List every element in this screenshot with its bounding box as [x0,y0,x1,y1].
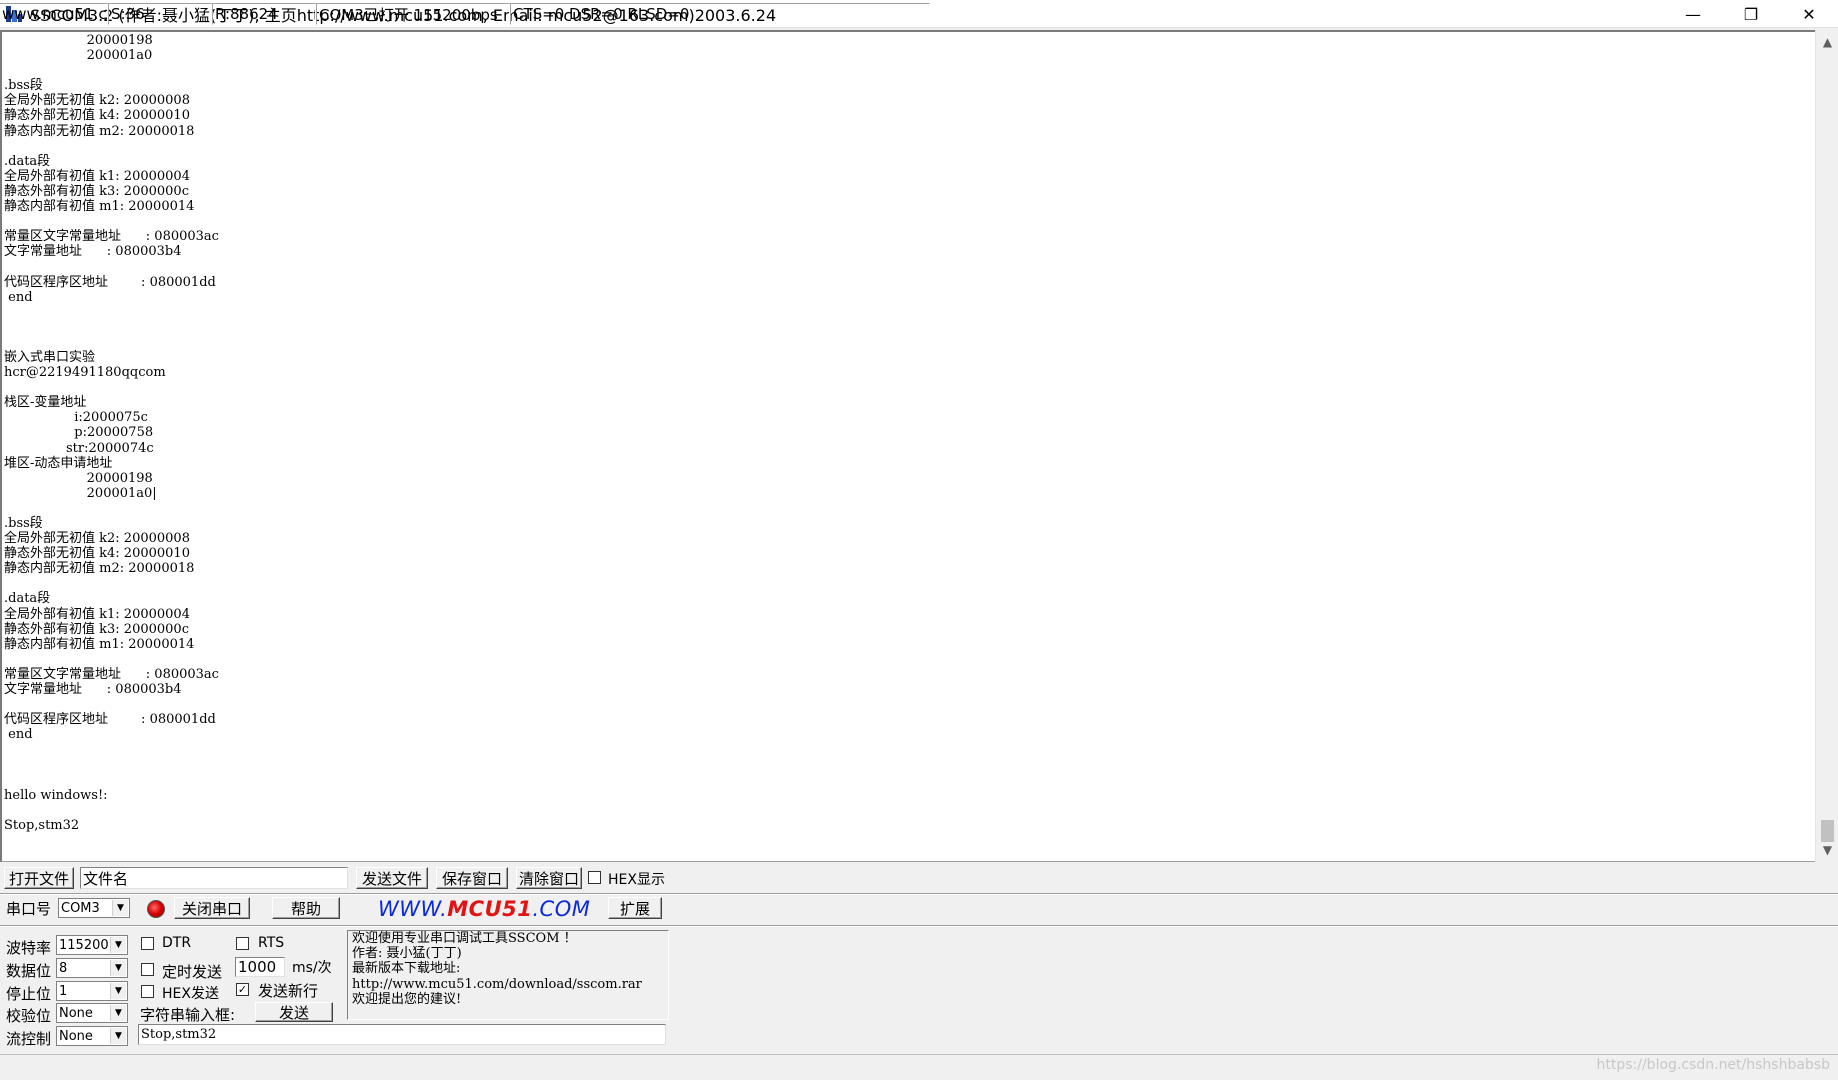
open-file-button[interactable]: 打开文件 [4,867,74,889]
send-newline-checkbox[interactable]: ✓ [236,983,249,996]
chevron-down-icon: ▼ [110,983,126,999]
send-newline-label: 发送新行 [258,982,319,1000]
link-brand: MCU51 [447,897,533,921]
flow-control-select[interactable]: None ▼ [56,1026,128,1046]
chevron-down-icon: ▼ [110,1028,126,1044]
parity-select[interactable]: None ▼ [56,1003,128,1023]
data-bits-label: 数据位 [6,962,52,980]
baud-rate-value: 115200 [59,937,109,953]
scroll-up-arrow-icon[interactable]: ▲ [1816,32,1838,52]
hex-display-label: HEX显示 [608,872,665,888]
status-bar [0,1054,1838,1080]
send-button[interactable]: 发送 [255,1002,333,1022]
parity-value: None [59,1005,93,1021]
receive-output-text: 20000198 200001a0 .bss段 全局外部无初值 k2: 2000… [4,33,219,833]
hex-display-checkbox[interactable] [588,871,601,884]
baud-rate-select[interactable]: 115200 ▼ [56,935,128,955]
expand-button[interactable]: 扩展 [608,897,662,919]
status-port-state: COM3已打开 115200bps [316,3,510,25]
receive-output-area[interactable]: 20000198 200001a0 .bss段 全局外部无初值 k2: 2000… [0,30,1818,862]
baud-rate-label: 波特率 [6,939,52,957]
help-button[interactable]: 帮助 [272,897,340,919]
stop-bits-select[interactable]: 1 ▼ [56,981,128,1001]
hex-send-label: HEX发送 [162,986,219,1002]
info-box: 欢迎使用专业串口调试工具SSCOM ！ 作者: 聂小猛(丁丁) 最新版本下载地址… [347,930,669,1020]
maximize-button[interactable]: ❐ [1722,0,1780,28]
send-interval-input[interactable]: 1000 [235,957,285,977]
info-line: 作者: 聂小猛(丁丁) [352,946,462,962]
rts-label: RTS [258,935,285,951]
rts-checkbox[interactable] [236,937,249,950]
separator [0,893,1838,895]
string-input-label: 字符串输入框: [140,1006,236,1024]
chevron-down-icon: ▼ [112,900,128,916]
port-select[interactable]: COM3 ▼ [58,898,130,918]
mcu51-link[interactable]: WWW.MCU51.COM [378,897,590,921]
info-line: http://www.mcu51.com/download/sscom.rar [352,976,642,992]
link-prefix: WWW. [378,897,448,921]
scroll-down-arrow-icon[interactable]: ▼ [1816,840,1838,860]
port-select-value: COM3 [61,900,100,916]
file-name-input[interactable]: 文件名 [80,867,348,889]
close-button[interactable]: ✕ [1780,0,1838,28]
interval-unit-label: ms/次 [292,960,332,976]
close-port-button[interactable]: 关闭串口 [174,897,250,919]
data-bits-select[interactable]: 8 ▼ [56,958,128,978]
info-line: 欢迎使用专业串口调试工具SSCOM ！ [352,931,577,946]
chevron-down-icon: ▼ [110,960,126,976]
status-received-count: R:88624 [212,3,316,25]
separator [0,925,1838,927]
watermark: https://blog.csdn.net/hshshbabsb [1596,1057,1831,1073]
minimize-button[interactable]: — [1664,0,1722,28]
timed-send-label: 定时发送 [162,963,223,981]
flow-control-label: 流控制 [6,1030,52,1048]
dtr-label: DTR [162,935,192,951]
send-file-button[interactable]: 发送文件 [356,867,428,889]
timed-send-checkbox[interactable] [141,963,154,976]
parity-label: 校验位 [6,1007,52,1025]
send-text-input[interactable]: Stop,stm32 [138,1024,666,1045]
hex-send-checkbox[interactable] [141,985,154,998]
chevron-down-icon: ▼ [110,1005,126,1021]
info-line: 最新版本下载地址: [352,961,461,977]
dtr-checkbox[interactable] [141,937,154,950]
status-site: www.mcu51.cor [0,3,108,25]
port-label: 串口号 [6,900,52,918]
stop-bits-value: 1 [59,983,68,999]
scroll-thumb[interactable] [1821,820,1834,842]
chevron-down-icon: ▼ [110,937,126,953]
flow-control-value: None [59,1028,93,1044]
stop-bits-label: 停止位 [6,985,52,1003]
port-status-led-icon [147,900,165,918]
link-suffix: .COM [532,897,591,921]
vertical-scrollbar[interactable]: ▲ ▼ [1815,30,1838,862]
status-sent-count: S:36 [108,3,212,25]
info-line: 欢迎提出您的建议! [352,991,462,1007]
status-signals: CTS=0 DSR=0 RLSD=0 [510,3,930,25]
data-bits-value: 8 [59,960,68,976]
clear-window-button[interactable]: 清除窗口 [516,867,582,889]
save-window-button[interactable]: 保存窗口 [436,867,508,889]
